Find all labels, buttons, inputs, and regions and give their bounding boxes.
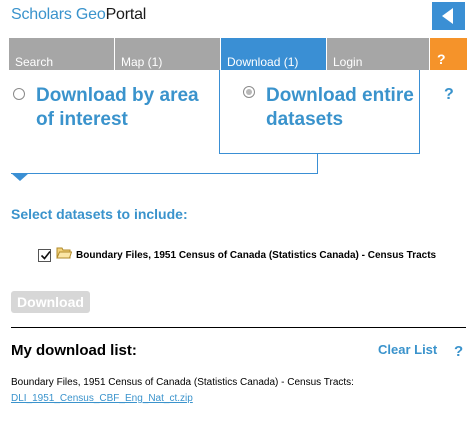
radio-entire-datasets[interactable] (243, 86, 255, 98)
tab-download[interactable]: Download (1) (221, 38, 327, 70)
option-area-of-interest[interactable]: Download by area of interest (36, 84, 199, 132)
folder-icon (56, 246, 73, 264)
select-datasets-title: Select datasets to include: (11, 206, 188, 222)
download-entry-text: Boundary Files, 1951 Census of Canada (S… (11, 377, 354, 388)
download-entry-link[interactable]: DLI_1951_Census_CBF_Eng_Nat_ct.zip (11, 393, 193, 404)
download-list-title: My download list: (11, 342, 137, 359)
dataset-item: Boundary Files, 1951 Census of Canada (S… (38, 246, 436, 264)
option-entire-line1: Download entire (266, 85, 414, 106)
logo-scholars: Scholars (11, 6, 76, 23)
checkmark-icon (40, 250, 51, 260)
radio-area-of-interest[interactable] (13, 88, 25, 100)
download-button[interactable]: Download (11, 291, 90, 313)
tab-map[interactable]: Map (1) (115, 38, 221, 70)
app-logo: Scholars GeoPortal (11, 6, 146, 24)
download-list-help[interactable]: ? (454, 343, 463, 360)
option-area-line2: of interest (36, 109, 128, 130)
connector-horizontal (11, 173, 318, 174)
tab-help[interactable]: ? (430, 38, 467, 70)
tab-search[interactable]: Search (9, 38, 115, 70)
tab-login[interactable]: Login (327, 38, 430, 70)
collapse-panel-button[interactable] (432, 2, 465, 30)
main-tabs: Search Map (1) Download (1) Login ? (9, 38, 467, 70)
download-options-help[interactable]: ? (444, 86, 454, 104)
option-area-line1: Download by area (36, 85, 199, 106)
dataset-label: Boundary Files, 1951 Census of Canada (S… (76, 249, 437, 261)
section-divider (11, 327, 466, 328)
option-entire-datasets[interactable]: Download entire datasets (266, 84, 414, 132)
chevron-left-icon (442, 8, 453, 24)
connector-vertical (317, 154, 318, 174)
logo-portal: Portal (105, 6, 147, 23)
dataset-checkbox[interactable] (38, 248, 51, 262)
option-entire-line2: datasets (266, 109, 344, 130)
expand-triangle-icon (11, 173, 29, 181)
clear-list-button[interactable]: Clear List (378, 342, 437, 357)
logo-geo: Geo (75, 6, 106, 23)
